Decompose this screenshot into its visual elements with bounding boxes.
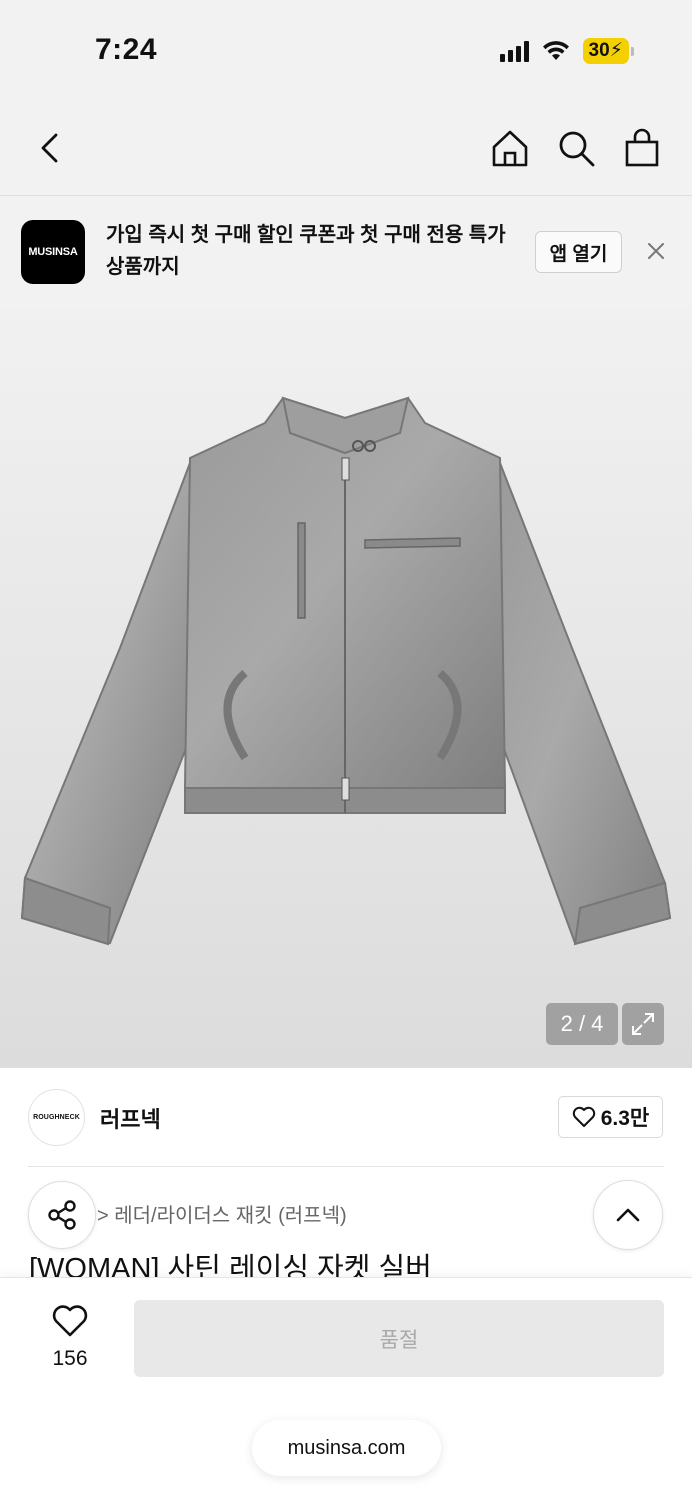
search-icon[interactable] [556, 128, 596, 168]
brand-like-button[interactable]: 6.3만 [558, 1096, 663, 1138]
product-info: > 레더/라이더스 재킷 (러프넥) [WOMAN] 사틴 레이싱 자켓 실버 [0, 1167, 692, 1285]
signal-icon [499, 40, 529, 62]
sold-out-button[interactable]: 품절 [134, 1300, 664, 1377]
back-icon[interactable] [30, 128, 70, 168]
product-photo [20, 396, 672, 946]
musinsa-logo: MUSINSA [21, 220, 85, 284]
shopping-bag-icon[interactable] [622, 128, 662, 168]
brand-avatar[interactable]: ROUGHNECK [28, 1089, 85, 1146]
brand-like-count: 6.3만 [600, 1107, 650, 1130]
expand-icon[interactable] [622, 1003, 664, 1045]
app-promo-banner: MUSINSA 가입 즉시 첫 구매 할인 쿠폰과 첫 구매 전용 특가 상품까… [0, 197, 692, 307]
heart-icon [572, 1106, 595, 1127]
status-indicators: 30⚡ [499, 38, 634, 64]
status-time: 7:24 [95, 33, 158, 66]
share-button[interactable] [28, 1181, 96, 1249]
open-app-button[interactable]: 앱 열기 [535, 231, 622, 273]
image-counter: 2 / 4 [546, 1003, 618, 1045]
brand-row: ROUGHNECK 러프넥 6.3만 [0, 1068, 692, 1168]
wifi-icon [542, 41, 569, 60]
share-icon [48, 1200, 76, 1230]
breadcrumb[interactable]: > 레더/라이더스 재킷 (러프넥) [97, 1199, 347, 1228]
close-icon[interactable] [642, 237, 670, 265]
wishlist-count: 156 [52, 1347, 88, 1370]
bottom-purchase-bar: 156 품절 musinsa.com [0, 1277, 692, 1500]
promo-message: 가입 즉시 첫 구매 할인 쿠폰과 첫 구매 전용 특가 상품까지 [106, 224, 506, 278]
product-image-gallery[interactable]: 2 / 4 [0, 308, 692, 1068]
address-bar[interactable]: musinsa.com [252, 1420, 441, 1476]
nav-bar [0, 100, 692, 196]
home-icon[interactable] [490, 128, 530, 168]
heart-icon [52, 1305, 88, 1337]
chevron-up-icon [616, 1208, 640, 1222]
brand-name[interactable]: 러프넥 [100, 1102, 161, 1134]
battery-level: 30 [588, 40, 610, 61]
status-bar: 7:24 30⚡ [0, 0, 692, 100]
scroll-top-button[interactable] [593, 1180, 663, 1250]
battery-icon: 30⚡ [582, 38, 634, 64]
wishlist-button[interactable]: 156 [40, 1304, 100, 1371]
